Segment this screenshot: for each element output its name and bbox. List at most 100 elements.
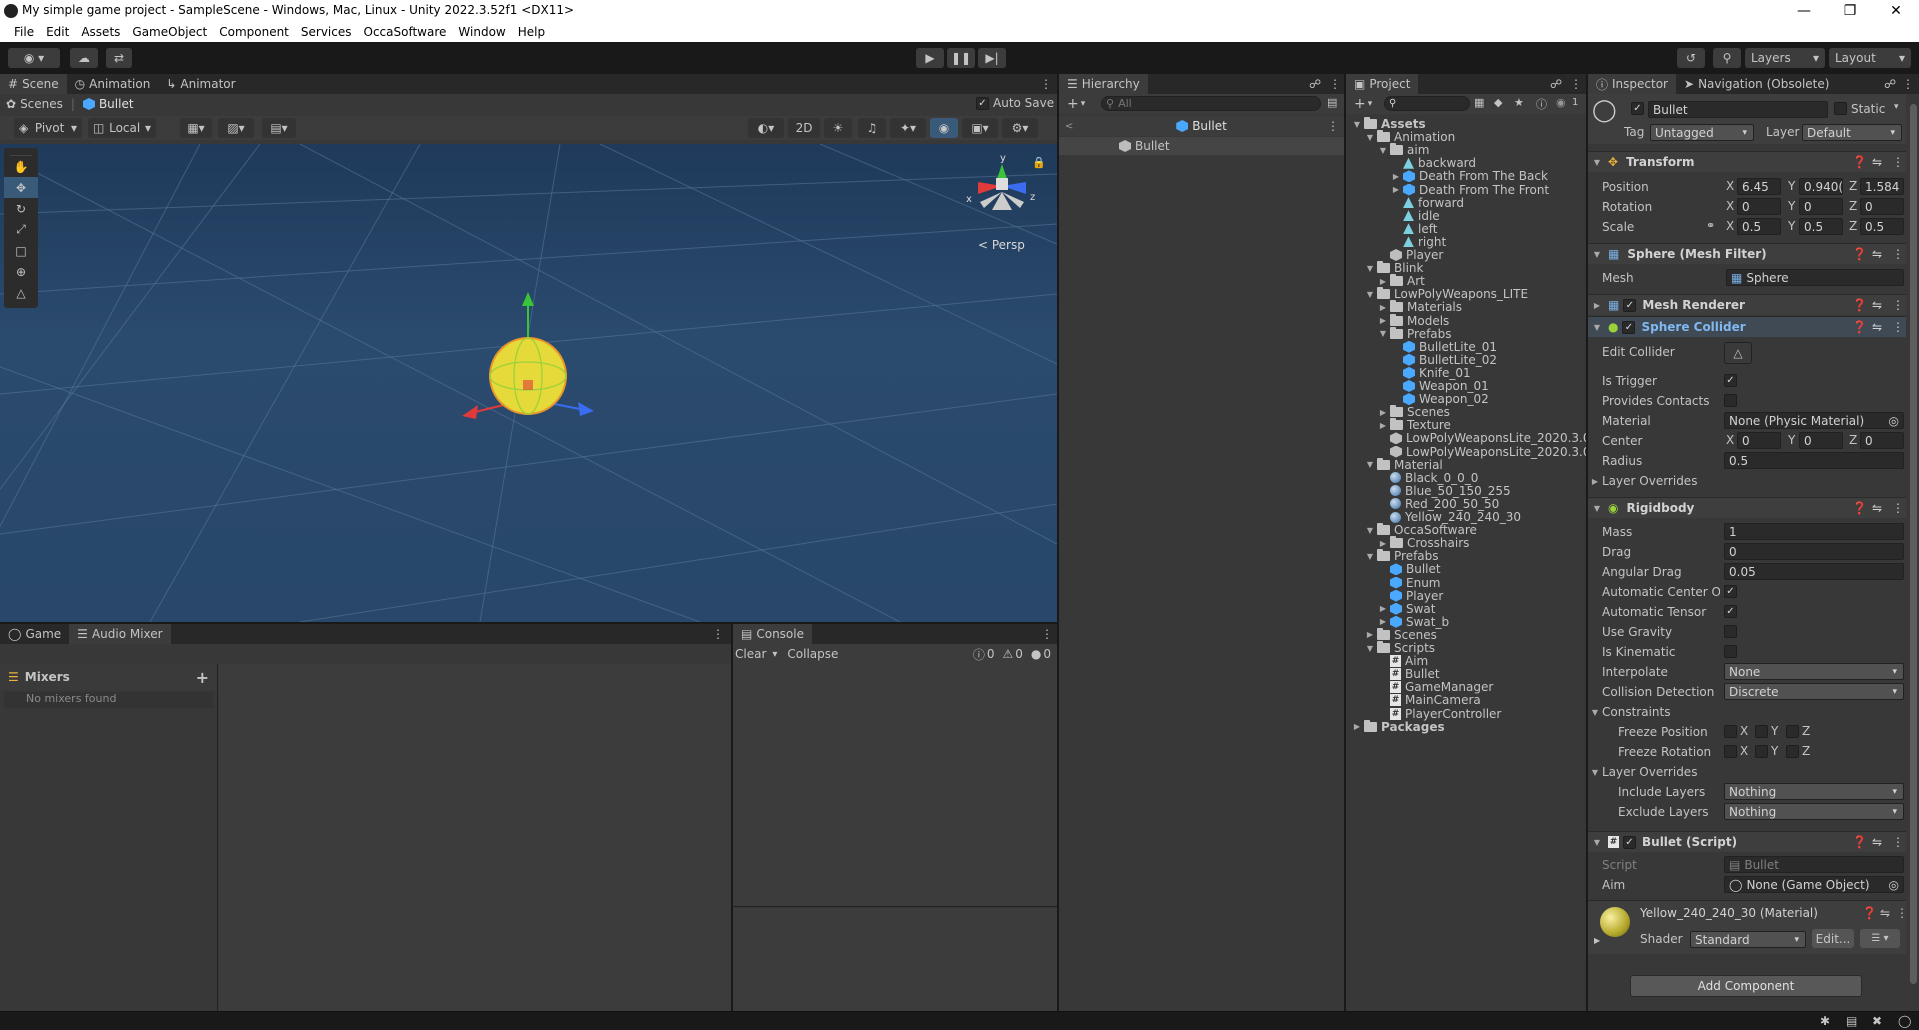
more-options-icon[interactable]: ⋮ (1896, 906, 1908, 920)
freeze-rotation-y-checkbox[interactable] (1755, 745, 1768, 758)
drag-field[interactable]: 0 (1724, 543, 1904, 560)
foldout-open-icon[interactable]: ▼ (1365, 552, 1375, 561)
foldout-closed-icon[interactable]: ▶ (1378, 303, 1388, 312)
tab-animation[interactable]: ◷ Animation (67, 74, 159, 94)
is-trigger-checkbox[interactable]: ✓ (1724, 374, 1737, 387)
move-tool[interactable]: ✥ (4, 177, 38, 198)
scale-x-field[interactable]: 0.5 (1737, 218, 1781, 235)
help-icon[interactable]: ❓ (1852, 247, 1867, 261)
chevron-down-icon[interactable]: ▾ (1894, 102, 1899, 112)
freeze-position-z-checkbox[interactable] (1786, 725, 1799, 738)
foldout-open-icon[interactable]: ▼ (1365, 644, 1375, 653)
foldout-closed-icon[interactable]: ▶ (1391, 185, 1401, 194)
info-count-icon[interactable]: ⓘ (973, 646, 985, 663)
lock-icon[interactable]: 🔒 (1032, 156, 1046, 169)
help-icon[interactable]: ❓ (1852, 298, 1867, 312)
collider-material-field[interactable]: None (Physic Material) ◎ (1724, 412, 1904, 429)
bullet-script-header[interactable]: ▼ # ✓ Bullet (Script) ❓ ⇋ ⋮ (1588, 831, 1906, 852)
interpolate-dropdown[interactable]: None ▾ (1724, 663, 1904, 680)
preset-icon[interactable]: ⇋ (1872, 501, 1882, 515)
position-z-field[interactable]: 1.584 (1860, 178, 1904, 195)
auto-tensor-checkbox[interactable]: ✓ (1724, 605, 1737, 618)
help-icon[interactable]: ❓ (1852, 501, 1867, 515)
close-button[interactable]: ✕ (1873, 0, 1919, 22)
foldout-closed-icon[interactable]: ▶ (1391, 172, 1401, 181)
more-options-icon[interactable]: ⋮ (1902, 77, 1914, 91)
breadcrumb-scenes[interactable]: Scenes (20, 97, 63, 111)
include-layers-dropdown[interactable]: Nothing ▾ (1724, 783, 1904, 800)
bullet-script-enabled-checkbox[interactable]: ✓ (1623, 835, 1636, 849)
scale-tool[interactable]: ⤢ (4, 219, 38, 240)
more-options-icon[interactable]: ⋮ (1327, 119, 1339, 133)
debug-icon[interactable]: ✱ (1820, 1014, 1830, 1028)
foldout-open-icon[interactable]: ▼ (1378, 329, 1388, 338)
collision-detection-dropdown[interactable]: Discrete ▾ (1724, 683, 1904, 700)
foldout-closed-icon[interactable]: ▶ (1378, 408, 1388, 417)
center-x-field[interactable]: 0 (1737, 432, 1781, 449)
freeze-position-y-checkbox[interactable] (1755, 725, 1768, 738)
breadcrumb-object[interactable]: Bullet (99, 97, 134, 111)
add-mixer-button[interactable]: + (196, 668, 209, 687)
preset-icon[interactable]: ⇋ (1872, 298, 1882, 312)
grid-snap-button[interactable]: ▦▾ (180, 118, 212, 138)
chevron-down-icon[interactable]: ▾ (1081, 99, 1086, 109)
rigidbody-header[interactable]: ▼ ◉ Rigidbody ❓ ⇋ ⋮ (1588, 497, 1906, 518)
is-kinematic-checkbox[interactable] (1724, 645, 1737, 658)
lighting-toggle[interactable]: ☀ (824, 118, 852, 138)
back-arrow-icon[interactable]: < (1065, 121, 1073, 132)
edit-collider-button[interactable]: △ (1724, 342, 1752, 364)
help-icon[interactable]: ❓ (1852, 155, 1867, 169)
menu-help[interactable]: Help (512, 25, 551, 39)
foldout-open-icon[interactable]: ▼ (1352, 120, 1362, 129)
rect-tool[interactable]: □ (4, 240, 38, 261)
collider-layer-overrides-foldout[interactable]: ▶ Layer Overrides (1590, 472, 1698, 490)
shader-dropdown[interactable]: Standard ▾ (1690, 931, 1806, 948)
warning-count-icon[interactable]: ⚠ (1002, 647, 1013, 661)
tag-dropdown[interactable]: Untagged ▾ (1650, 124, 1754, 141)
menu-file[interactable]: File (8, 25, 40, 39)
collapse-button[interactable]: Collapse (787, 647, 838, 661)
pivot-dropdown[interactable]: ◈ Pivot ▾ (14, 118, 82, 138)
mesh-renderer-header[interactable]: ▶ ▦ ✓ Mesh Renderer ❓ ⇋ ⋮ (1588, 294, 1906, 315)
foldout-closed-icon[interactable]: ▶ (1378, 539, 1388, 548)
angular-drag-field[interactable]: 0.05 (1724, 563, 1904, 580)
menu-edit[interactable]: Edit (40, 25, 75, 39)
constraints-foldout[interactable]: ▼ Constraints (1590, 703, 1671, 721)
sphere-collider-enabled-checkbox[interactable]: ✓ (1622, 320, 1636, 334)
menu-assets[interactable]: Assets (75, 25, 126, 39)
sphere-collider-header[interactable]: ▼ ● ✓ Sphere Collider ❓ ⇋ ⋮ (1588, 316, 1906, 337)
position-y-field[interactable]: 0.940( (1799, 178, 1843, 195)
edit-shader-button[interactable]: Edit... (1812, 929, 1854, 948)
auto-center-checkbox[interactable]: ✓ (1724, 585, 1737, 598)
provides-contacts-checkbox[interactable] (1724, 394, 1737, 407)
static-checkbox[interactable] (1834, 102, 1847, 115)
foldout-closed-icon[interactable]: ▶ (1378, 421, 1388, 430)
console-detail-area[interactable] (733, 908, 1057, 1011)
object-picker-icon[interactable]: ◎ (1889, 878, 1899, 892)
exclude-layers-dropdown[interactable]: Nothing ▾ (1724, 803, 1904, 820)
cloud-button[interactable]: ☁ (70, 48, 98, 68)
scene-visibility-icon[interactable]: ▤ (1327, 96, 1337, 109)
foldout-open-icon[interactable]: ▼ (1365, 290, 1375, 299)
account-button[interactable]: ◉ ▾ (8, 48, 60, 68)
menu-services[interactable]: Services (295, 25, 358, 39)
collab-button[interactable]: ⇄ (106, 48, 132, 68)
more-options-icon[interactable]: ⋮ (1329, 77, 1341, 91)
hidden-packages-icon[interactable]: ◉ (1556, 96, 1566, 109)
preset-icon[interactable]: ⇋ (1872, 155, 1882, 169)
foldout-open-icon[interactable]: ▼ (1365, 526, 1375, 535)
foldout-closed-icon[interactable]: ▶ (1352, 722, 1362, 731)
preset-icon[interactable]: ⇋ (1872, 247, 1882, 261)
scale-y-field[interactable]: 0.5 (1799, 218, 1843, 235)
pause-button[interactable]: ❚❚ (947, 48, 975, 68)
menu-window[interactable]: Window (452, 25, 511, 39)
rotate-tool[interactable]: ↻ (4, 198, 38, 219)
help-icon[interactable]: ❓ (1852, 320, 1867, 334)
snap-increment-button[interactable]: ▨▾ (218, 118, 254, 138)
preset-icon[interactable]: ⇋ (1872, 835, 1882, 849)
error-count-icon[interactable]: ● (1031, 647, 1041, 661)
rotation-z-field[interactable]: 0 (1860, 198, 1904, 215)
aim-field[interactable]: ◯ None (Game Object) ◎ (1724, 876, 1904, 893)
add-component-button[interactable]: Add Component (1630, 975, 1862, 997)
hand-tool[interactable]: ✋ (4, 156, 38, 177)
